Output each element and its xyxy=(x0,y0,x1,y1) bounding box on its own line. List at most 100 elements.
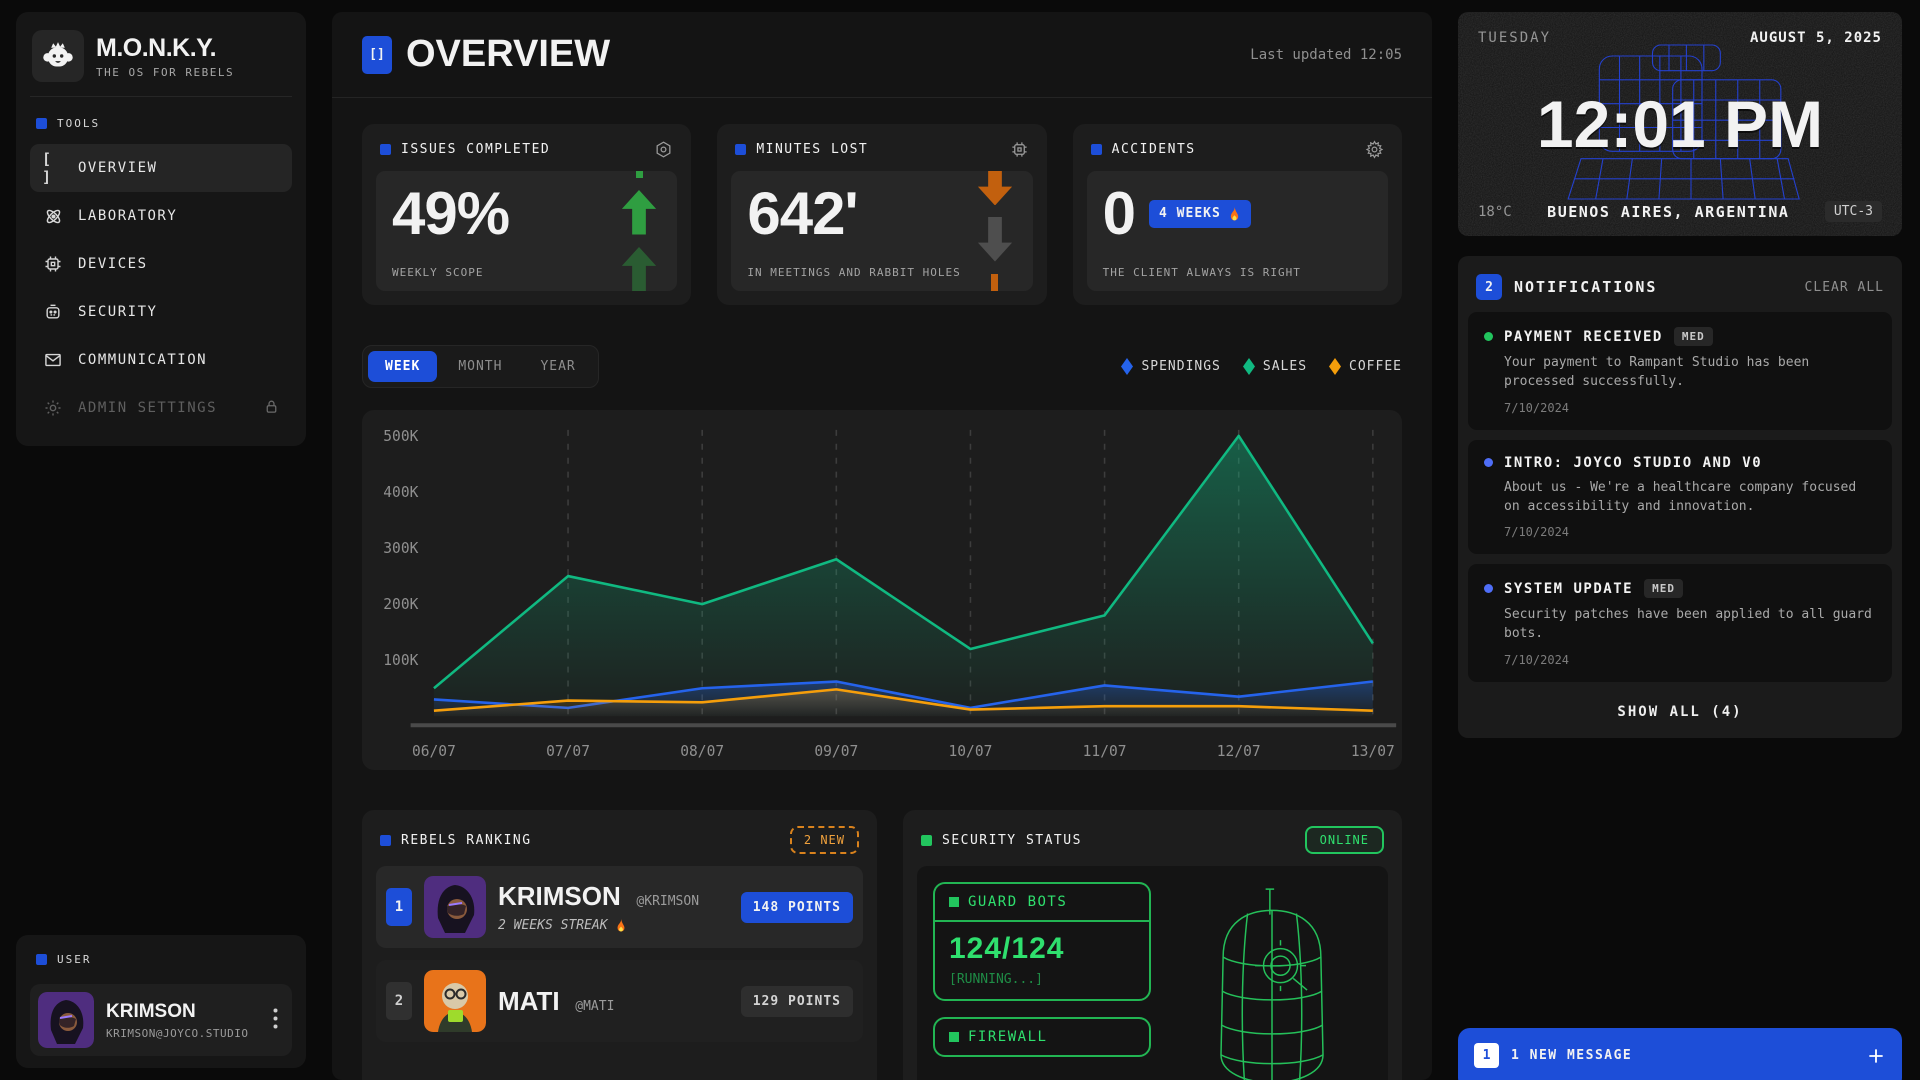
stat-tile: 49% WEEKLY SCOPE xyxy=(376,171,677,291)
rank-streak: 2 WEEKS STREAK xyxy=(498,918,699,933)
stat-card-header: ACCIDENTS xyxy=(1087,138,1388,171)
trend-down-arrows xyxy=(973,171,1017,291)
arrow-up-icon xyxy=(621,247,657,291)
robot-icon xyxy=(42,301,64,323)
kebab-menu-icon[interactable] xyxy=(267,1002,284,1039)
security-title: SECURITY STATUS xyxy=(942,833,1082,848)
sidebar-item-security[interactable]: SECURITY xyxy=(30,288,292,336)
security-modules: GUARD BOTS 124/124 [RUNNING...] xyxy=(933,882,1151,1080)
legend-spendings: SPENDINGS xyxy=(1121,358,1220,375)
ranking-header: REBELS RANKING 2 NEW xyxy=(376,824,863,866)
sidebar-item-admin-settings[interactable]: ADMIN SETTINGS xyxy=(30,384,292,432)
svg-text:07/07: 07/07 xyxy=(546,743,590,760)
app-tagline: THE OS FOR REBELS xyxy=(96,66,234,79)
tab-month[interactable]: MONTH xyxy=(441,351,519,382)
arrow-stub xyxy=(991,274,998,291)
sidebar-item-label: OVERVIEW xyxy=(78,160,157,176)
svg-text:12/07: 12/07 xyxy=(1217,743,1261,760)
show-all-button[interactable]: SHOW ALL (4) xyxy=(1468,692,1892,728)
notification-title: PAYMENT RECEIVED xyxy=(1504,329,1663,345)
sidebar-nav-card: M.O.N.K.Y. THE OS FOR REBELS TOOLS [ ] O… xyxy=(16,12,306,446)
sidebar-item-label: COMMUNICATION xyxy=(78,352,207,368)
gear-icon xyxy=(42,397,64,419)
chip-icon[interactable] xyxy=(1010,140,1029,159)
new-message-bar[interactable]: 1 1 NEW MESSAGE xyxy=(1458,1028,1902,1080)
plus-icon[interactable] xyxy=(1866,1046,1886,1066)
stat-tile: 642' IN MEETINGS AND RABBIT HOLES xyxy=(731,171,1032,291)
notifications-card: 2 NOTIFICATIONS CLEAR ALL PAYMENT RECEIV… xyxy=(1458,256,1902,738)
stat-card-header: ISSUES COMPLETED xyxy=(376,138,677,171)
utc-offset-badge: UTC-3 xyxy=(1825,201,1882,222)
online-badge: ONLINE xyxy=(1305,826,1384,854)
module-value: 124/124 xyxy=(949,932,1135,966)
stat-caption: THE CLIENT ALWAYS IS RIGHT xyxy=(1103,266,1301,279)
rank-user-handle: @MATI xyxy=(575,999,614,1014)
sidebar-item-laboratory[interactable]: LABORATORY xyxy=(30,192,292,240)
module-firewall: FIREWALL xyxy=(933,1017,1151,1057)
app-titles: M.O.N.K.Y. THE OS FOR REBELS xyxy=(96,34,234,79)
rebels-ranking-card: REBELS RANKING 2 NEW 1 xyxy=(362,810,877,1080)
svg-text:13/07: 13/07 xyxy=(1351,743,1395,760)
sidebar-item-communication[interactable]: COMMUNICATION xyxy=(30,336,292,384)
chart-controls: WEEK MONTH YEAR SPENDINGS SALES xyxy=(362,345,1402,388)
stat-title: ACCIDENTS xyxy=(1112,142,1196,157)
diamond-icon xyxy=(1121,358,1133,375)
tab-year[interactable]: YEAR xyxy=(523,351,592,382)
notification-date: 7/10/2024 xyxy=(1504,653,1876,667)
svg-text:300K: 300K xyxy=(383,540,418,557)
streak-badge: 4 WEEKS xyxy=(1149,200,1251,228)
location: BUENOS AIRES, ARGENTINA xyxy=(1547,203,1789,221)
app-name: M.O.N.K.Y. xyxy=(96,34,234,63)
ranking-row-2[interactable]: 2 MATI @MATI xyxy=(376,960,863,1042)
module-header: GUARD BOTS xyxy=(935,884,1149,922)
rank-user-handle: @KRIMSON xyxy=(636,894,699,909)
hex-nut-icon[interactable] xyxy=(654,140,673,159)
notification-item[interactable]: SYSTEM UPDATE MED Security patches have … xyxy=(1468,564,1892,682)
atom-icon xyxy=(42,205,64,227)
diamond-icon xyxy=(1243,358,1255,375)
notification-item[interactable]: INTRO: JOYCO STUDIO AND V0 About us - We… xyxy=(1468,440,1892,555)
sidebar-item-label: DEVICES xyxy=(78,256,148,272)
blue-square-icon xyxy=(36,118,47,129)
green-square-icon xyxy=(921,835,932,846)
sidebar: M.O.N.K.Y. THE OS FOR REBELS TOOLS [ ] O… xyxy=(16,12,306,1080)
security-status-card: SECURITY STATUS ONLINE GUARD BOTS xyxy=(903,810,1402,1080)
trend-up-arrows xyxy=(617,171,661,291)
chart-canvas: 100K200K300K400K500K06/0707/0708/0709/07… xyxy=(362,410,1402,770)
envelope-icon xyxy=(42,349,64,371)
tab-week[interactable]: WEEK xyxy=(368,351,437,382)
green-square-icon xyxy=(949,1032,959,1042)
points-badge: 129 POINTS xyxy=(741,986,853,1017)
stats-row: ISSUES COMPLETED 49% WEEKLY SCOPE xyxy=(362,124,1402,305)
user-row[interactable]: KRIMSON KRIMSON@JOYCO.STUDIO xyxy=(30,984,292,1056)
burst-icon[interactable] xyxy=(1365,140,1384,159)
sidebar-item-devices[interactable]: DEVICES xyxy=(30,240,292,288)
svg-text:200K: 200K xyxy=(383,596,418,613)
notification-title-row: SYSTEM UPDATE MED xyxy=(1484,579,1876,598)
sidebar-item-overview[interactable]: [ ] OVERVIEW xyxy=(30,144,292,192)
stat-card-minutes-lost: MINUTES LOST 642' IN MEETINGS AND RABBIT… xyxy=(717,124,1046,305)
right-panel: TUESDAY AUGUST 5, 2025 12:01 PM 18°C BUE… xyxy=(1458,12,1902,1080)
user-section-label: USER xyxy=(30,947,292,980)
lock-icon xyxy=(263,398,280,419)
stat-caption: IN MEETINGS AND RABBIT HOLES xyxy=(747,266,960,279)
avatar xyxy=(424,876,486,938)
clear-all-button[interactable]: CLEAR ALL xyxy=(1805,280,1884,295)
notification-item[interactable]: PAYMENT RECEIVED MED Your payment to Ram… xyxy=(1468,312,1892,430)
blue-square-icon xyxy=(380,835,391,846)
rank-user-name: KRIMSON xyxy=(498,881,621,911)
stat-card-header: MINUTES LOST xyxy=(731,138,1032,171)
svg-text:500K: 500K xyxy=(383,428,418,445)
brackets-icon: [] xyxy=(362,36,392,74)
main-body: ISSUES COMPLETED 49% WEEKLY SCOPE xyxy=(332,98,1432,1080)
last-updated: Last updated 12:05 xyxy=(1250,47,1402,63)
arrow-down-icon xyxy=(977,217,1013,261)
ranking-row-1[interactable]: 1 KRIMSON @KRIMSON xyxy=(376,866,863,948)
green-square-icon xyxy=(949,897,959,907)
severity-badge: MED xyxy=(1674,327,1713,346)
divider xyxy=(30,96,292,97)
notifications-header: 2 NOTIFICATIONS CLEAR ALL xyxy=(1468,266,1892,312)
flame-icon xyxy=(1228,206,1241,222)
rank-user-name: MATI xyxy=(498,986,560,1016)
notification-date: 7/10/2024 xyxy=(1504,401,1876,415)
